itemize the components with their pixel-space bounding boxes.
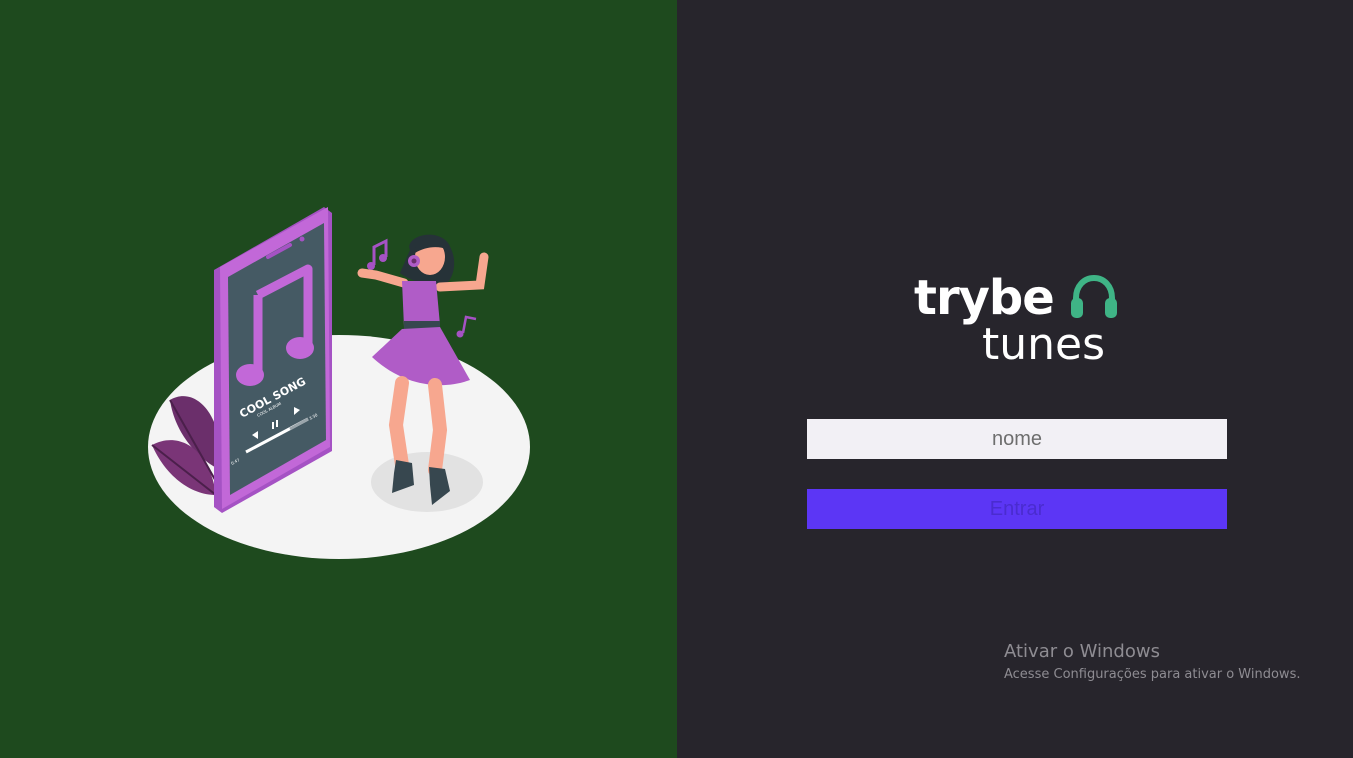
login-page: COOL SONG COOL ALBUM 0:47 3:30 trybe tun… [0, 0, 1353, 758]
activation-title: Ativar o Windows [1004, 641, 1160, 662]
illustration-panel: COOL SONG COOL ALBUM 0:47 3:30 [0, 0, 677, 758]
headphones-icon [1071, 274, 1117, 318]
name-input[interactable] [807, 419, 1227, 459]
music-illustration: COOL SONG COOL ALBUM 0:47 3:30 [148, 207, 530, 559]
enter-button[interactable]: Entrar [807, 489, 1227, 529]
activation-subtitle: Acesse Configurações para ativar o Windo… [1004, 667, 1301, 682]
windows-activation-watermark: Ativar o Windows Acesse Configurações pa… [1004, 640, 1300, 686]
logo-text-tunes: tunes [982, 319, 1106, 370]
trybetunes-logo: trybe tunes [912, 268, 1127, 370]
